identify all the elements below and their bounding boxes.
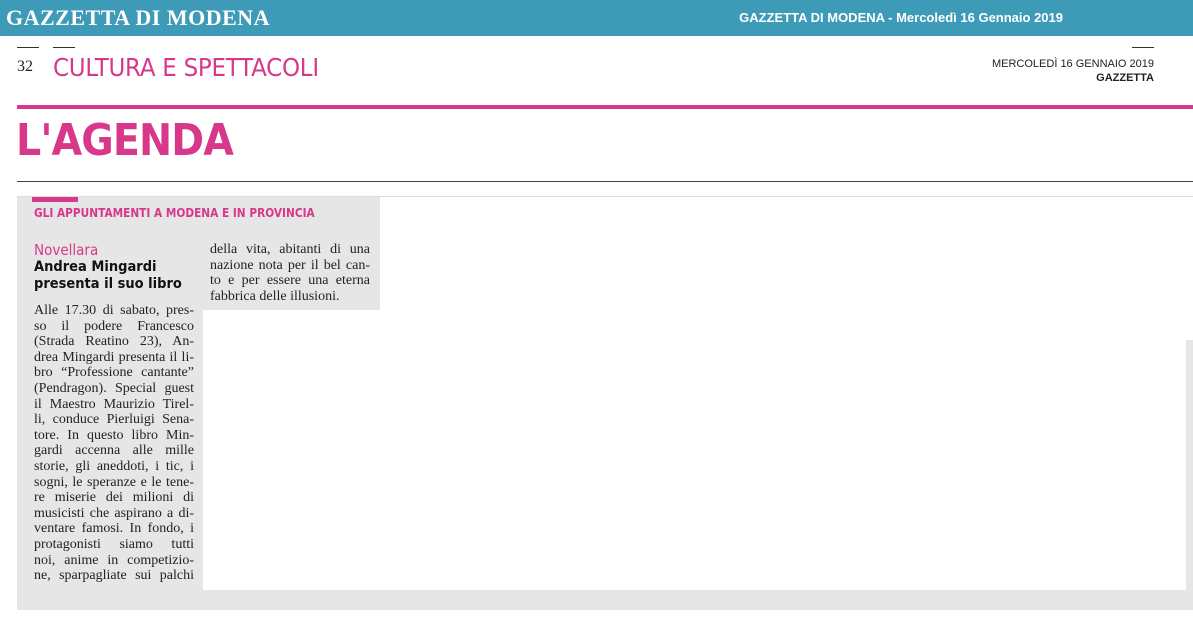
column-line: li, conduce Pierluigi Sena- bbox=[34, 412, 194, 428]
column-line: drea Mingardi presenta il li- bbox=[34, 349, 194, 365]
section-divider bbox=[17, 105, 1193, 109]
page-number-rule bbox=[17, 47, 39, 48]
agenda-kicker: GLI APPUNTAMENTI A MODENA E IN PROVINCIA bbox=[34, 206, 315, 220]
top-bar: GAZZETTA DI MODENA GAZZETTA DI MODENA - … bbox=[0, 0, 1193, 36]
section-title: CULTURA E SPETTACOLI bbox=[53, 53, 319, 82]
header-brand: GAZZETTA bbox=[1096, 72, 1154, 84]
column-line: re miserie dei milioni di bbox=[34, 490, 194, 506]
column-line: gardi accenna alle mille bbox=[34, 443, 194, 459]
masthead: GAZZETTA DI MODENA bbox=[6, 5, 271, 30]
article-column-2: della vita, abitanti di una nazione nota… bbox=[210, 242, 370, 304]
date-rule bbox=[1132, 47, 1154, 48]
article-place: Novellara bbox=[34, 241, 99, 259]
column-line: protagonisti siamo tutti bbox=[34, 536, 194, 552]
column-line: ventare famosi. In fondo, i bbox=[34, 521, 194, 537]
column-line: noi, anime in competizio- bbox=[34, 552, 194, 568]
column-line: (Pendragon). Special guest bbox=[34, 380, 194, 396]
edition-line: GAZZETTA DI MODENA - Mercoledì 16 Gennai… bbox=[739, 10, 1063, 25]
page-number: 32 bbox=[17, 58, 33, 75]
column-line: Alle 17.30 di sabato, pres- bbox=[34, 303, 194, 318]
column-line: so il podere Francesco bbox=[34, 318, 194, 334]
article-headline: Andrea Mingardi presenta il suo libro bbox=[34, 259, 182, 292]
column-line: tore. In questo libro Min- bbox=[34, 427, 194, 443]
column-line: nazione nota per il bel can- bbox=[210, 257, 370, 273]
column-line: musicisti che aspirano a di- bbox=[34, 505, 194, 521]
column-line: della vita, abitanti di una bbox=[210, 242, 370, 257]
agenda-panel-bottom bbox=[17, 590, 1193, 610]
article-column-1: Alle 17.30 di sabato, pres- so il podere… bbox=[34, 303, 194, 584]
kicker-bar bbox=[32, 197, 78, 202]
header-date: MERCOLEDÌ 16 GENNAIO 2019 bbox=[991, 58, 1154, 70]
header-date-block: MERCOLEDÌ 16 GENNAIO 2019 GAZZETTA bbox=[992, 57, 1154, 85]
agenda-divider bbox=[17, 181, 1193, 182]
column-line: ne, sparpagliate sui palchi bbox=[34, 568, 194, 584]
column-line: bro “Professione cantante” bbox=[34, 365, 194, 381]
section-rule bbox=[53, 47, 75, 48]
agenda-title: L'AGENDA bbox=[16, 115, 234, 166]
column-line: il Maestro Maurizio Tirel- bbox=[34, 396, 194, 412]
column-line: (Strada Reatino 23), An- bbox=[34, 334, 194, 350]
agenda-panel-right bbox=[1186, 340, 1193, 590]
column-line: fabbrica delle illusioni. bbox=[210, 288, 340, 304]
column-line: sogni, le speranze e le tene- bbox=[34, 474, 194, 490]
column-line: to e per essere una eterna bbox=[210, 273, 370, 289]
column-line: storie, gli aneddoti, i tic, i bbox=[34, 458, 194, 474]
